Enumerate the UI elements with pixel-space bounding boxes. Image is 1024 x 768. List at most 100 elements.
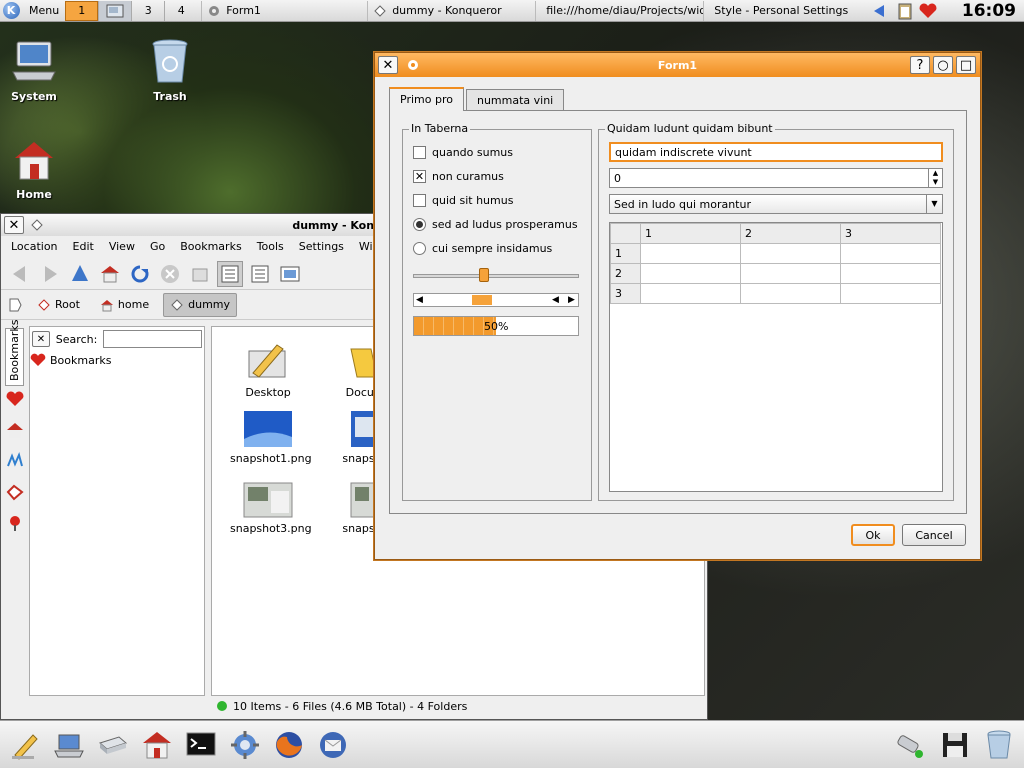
menu-go[interactable]: Go <box>150 240 165 254</box>
arrow-left-icon[interactable] <box>872 4 886 18</box>
icon-view-button[interactable] <box>217 260 243 287</box>
table-cell[interactable] <box>740 243 841 264</box>
menu-bookmarks[interactable]: Bookmarks <box>180 240 241 254</box>
tab-primo-pro[interactable]: Primo pro <box>389 87 464 111</box>
horizontal-scrollbar[interactable]: ◀ ◀ ▶ <box>413 293 579 307</box>
slider-track[interactable] <box>413 274 579 278</box>
home-button[interactable] <box>97 261 123 287</box>
table-cell[interactable] <box>740 263 841 284</box>
clock[interactable]: 16:09 <box>962 1 1016 21</box>
menu-edit[interactable]: Edit <box>73 240 94 254</box>
task-form1[interactable]: Form1 <box>201 0 367 21</box>
launcher-system[interactable] <box>50 726 88 764</box>
desktop-4[interactable]: 4 <box>164 0 197 21</box>
table-cell[interactable] <box>840 263 941 284</box>
heart-icon[interactable] <box>5 390 25 408</box>
stop-button[interactable] <box>157 261 183 287</box>
tray-trash[interactable] <box>980 726 1018 764</box>
ok-button[interactable]: Ok <box>851 524 895 546</box>
reload-button[interactable] <box>127 261 153 287</box>
spin-arrows-icon[interactable]: ▲ ▼ <box>928 169 942 187</box>
launcher-terminal[interactable] <box>182 726 220 764</box>
slider-handle[interactable] <box>479 268 489 282</box>
scroll-left-icon[interactable]: ◀ <box>416 295 423 305</box>
scroll-right-icon[interactable]: ▶ <box>568 295 575 305</box>
task-konqueror[interactable]: dummy - Konqueror <box>367 0 535 21</box>
file-item[interactable]: snapshot3.png <box>230 479 312 535</box>
launcher-editor[interactable] <box>6 726 44 764</box>
desktop-1[interactable]: 1 <box>65 0 99 21</box>
back-button[interactable] <box>7 261 33 287</box>
desktop-icon-system[interactable]: System <box>2 38 66 103</box>
menu-settings[interactable]: Settings <box>299 240 344 254</box>
home-icon[interactable] <box>5 421 25 439</box>
media-icon[interactable] <box>5 452 25 470</box>
breadcrumb-root[interactable]: Root <box>31 294 86 316</box>
k-menu-icon[interactable]: K <box>0 0 22 22</box>
sidebar-tab-bookmarks[interactable]: Bookmarks <box>5 320 24 386</box>
menu-location[interactable]: Location <box>11 240 58 254</box>
table-row-header[interactable]: 1 <box>610 243 641 264</box>
table-col-header[interactable]: 1 <box>640 223 741 244</box>
breadcrumb-home[interactable]: home <box>94 294 155 316</box>
launcher-storage[interactable] <box>94 726 132 764</box>
detail-view-button[interactable] <box>247 261 273 287</box>
scroll-left-icon[interactable]: ◀ <box>552 295 559 305</box>
up-button[interactable] <box>67 261 93 287</box>
tray-floppy[interactable] <box>936 726 974 764</box>
table-row-header[interactable]: 3 <box>610 283 641 304</box>
table-grid[interactable]: 123 1 2 3 <box>609 222 943 492</box>
file-item[interactable]: snapshot1.png <box>230 409 312 465</box>
table-cell[interactable] <box>740 283 841 304</box>
table-cell[interactable] <box>640 243 741 264</box>
klipper-icon[interactable] <box>896 2 914 20</box>
preview-button[interactable] <box>277 261 303 287</box>
desktop-icon-home[interactable]: Home <box>2 136 66 201</box>
breadcrumb-dummy[interactable]: dummy <box>163 292 238 317</box>
launcher-firefox[interactable] <box>270 726 308 764</box>
table-col-header[interactable]: 2 <box>740 223 841 244</box>
tab-nummata-vini[interactable]: nummata vini <box>465 89 565 111</box>
table-cell[interactable] <box>640 263 741 284</box>
menu-label[interactable]: Menu <box>29 4 59 17</box>
heart-icon[interactable] <box>918 2 938 20</box>
task-file-manager[interactable]: file:///home/diau/Projects/wid <box>535 0 703 21</box>
forward-button[interactable] <box>37 261 63 287</box>
menu-tools[interactable]: Tools <box>257 240 284 254</box>
copy-button[interactable] <box>187 261 213 287</box>
clear-location-icon[interactable] <box>7 297 23 313</box>
cancel-button[interactable]: Cancel <box>902 524 966 546</box>
scrollbar-thumb[interactable] <box>472 295 492 305</box>
checkbox-non-curamus[interactable]: ✕ non curamus <box>413 164 578 188</box>
desktop-3[interactable]: 3 <box>131 0 164 21</box>
table-cell[interactable] <box>840 283 941 304</box>
dialog-titlebar[interactable]: ✕ Form1 ? ○ □ <box>375 53 980 77</box>
radio-sed-ad-ludus[interactable]: sed ad ludus prosperamus <box>413 212 578 236</box>
task-style-settings[interactable]: Style - Personal Settings <box>703 0 853 21</box>
file-item[interactable]: Desktop <box>230 337 306 399</box>
spin-box[interactable]: 0 ▲ ▼ <box>609 168 943 188</box>
table-cell[interactable] <box>640 283 741 304</box>
tray-usb[interactable] <box>892 726 930 764</box>
tag-icon[interactable] <box>5 483 25 501</box>
chevron-down-icon[interactable]: ▼ <box>926 195 942 213</box>
clear-search-button[interactable]: ✕ <box>32 331 50 347</box>
table-col-header[interactable]: 3 <box>840 223 941 244</box>
launcher-network[interactable] <box>226 726 264 764</box>
radio-cui-sempre[interactable]: cui sempre insidamus <box>413 236 578 260</box>
menu-view[interactable]: View <box>109 240 135 254</box>
pin-icon[interactable] <box>5 514 25 532</box>
line-edit[interactable]: quidam indiscrete vivunt <box>609 142 943 162</box>
image-file-icon <box>244 411 292 447</box>
desktop-2[interactable] <box>98 0 132 21</box>
table-cell[interactable] <box>840 243 941 264</box>
launcher-home[interactable] <box>138 726 176 764</box>
checkbox-quid-sit-humus[interactable]: quid sit humus <box>413 188 578 212</box>
search-input[interactable] <box>103 330 202 348</box>
launcher-thunderbird[interactable] <box>314 726 352 764</box>
table-row-header[interactable]: 2 <box>610 263 641 284</box>
bookmarks-root-item[interactable]: Bookmarks <box>30 351 204 369</box>
combo-box[interactable]: Sed in ludo qui morantur ▼ <box>609 194 943 214</box>
checkbox-quando-sumus[interactable]: quando sumus <box>413 140 578 164</box>
desktop-icon-trash[interactable]: Trash <box>138 38 202 103</box>
